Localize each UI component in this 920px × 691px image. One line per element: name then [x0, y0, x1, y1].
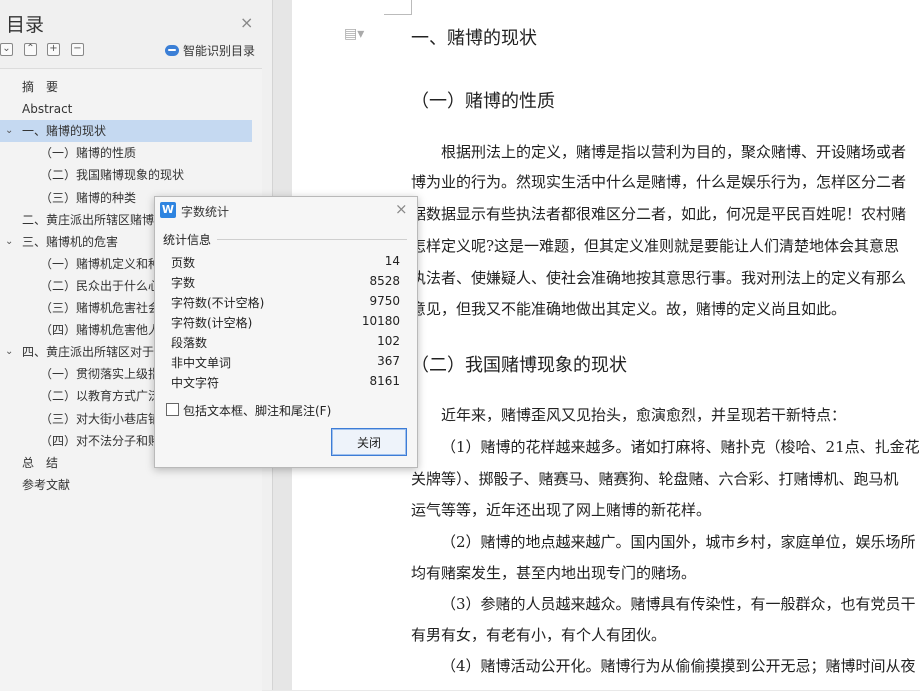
toc-item[interactable]: 参考文献: [0, 474, 252, 496]
close-button[interactable]: 关闭: [331, 428, 407, 456]
toc-item-label: （二）我国赌博现象的现状: [40, 168, 185, 183]
stat-label: 字符数(计空格): [171, 316, 253, 330]
stat-value: 9750: [369, 294, 400, 308]
toc-item-label: （二）以教育方式广泛: [40, 389, 161, 404]
word-count-app-icon: W: [160, 202, 176, 218]
toc-item-label: （四）赌博机危害他人: [40, 323, 161, 338]
caret-icon[interactable]: ⌄: [5, 231, 13, 253]
paragraph-line: 执法者、使嫌疑人、使社会准确地按其意思行事。我对刑法上的定义有那么: [411, 269, 907, 287]
paragraph-line: 博为业的行为。然现实生活中什么是赌博，什么是娱乐行为，怎样区分二者: [411, 173, 907, 191]
paragraph-line: （1）赌博的花样越来越多。诸如打麻将、赌扑克（梭哈、21点、扎金花: [441, 438, 920, 456]
heading: 一、赌博的现状: [411, 28, 537, 49]
toc-item-label: Abstract: [22, 102, 73, 117]
stat-label: 页数: [171, 256, 196, 270]
paragraph-line: 均有赌案发生，甚至内地出现专门的赌场。: [411, 564, 697, 582]
smart-recognize-icon: [165, 45, 179, 56]
toc-item-label: （一）赌博机定义和种: [40, 256, 161, 271]
stat-label: 中文字符: [171, 376, 220, 390]
stat-label: 字符数(不计空格): [171, 296, 265, 310]
toc-item-label: 三、赌博机的危害: [22, 234, 119, 249]
toc-item[interactable]: 摘 要: [0, 76, 252, 98]
toc-item-label: （三）赌博机危害社会: [40, 301, 161, 315]
stat-label: 字数: [171, 276, 196, 290]
toc-item[interactable]: （一）赌博的性质: [0, 142, 252, 164]
stat-value: 102: [377, 334, 400, 348]
toc-item-label: 总 结: [22, 455, 59, 470]
paragraph-line: （2）赌博的地点越来越广。国内国外，城市乡村，家庭单位，娱乐场所: [441, 533, 916, 551]
toc-item-label: （三）赌博的种类: [40, 190, 137, 205]
smart-recognize-toc-button[interactable]: 智能识别目录: [165, 42, 255, 59]
stats-section-label: 统计信息: [163, 233, 212, 247]
toc-item-label: （四）对不法分子和赌: [40, 433, 161, 448]
paragraph-line: 运气等等，近年还出现了网上赌博的新花样。: [411, 501, 712, 519]
page-corner-mark: [384, 0, 412, 15]
toc-item[interactable]: （二）我国赌博现象的现状: [0, 164, 252, 186]
paragraph-line: 意见，但我又不能准确地做出其定义。故，赌博的定义尚且如此。: [411, 300, 847, 318]
remove-icon[interactable]: −: [71, 43, 84, 56]
toc-item-label: 四、黄庄派出所辖区对于: [22, 345, 155, 360]
close-icon[interactable]: ×: [240, 13, 253, 32]
include-textbox-footnote-label[interactable]: 包括文本框、脚注和尾注(F): [183, 402, 331, 419]
toc-item-label: 一、赌博的现状: [22, 124, 107, 139]
paragraph-line: 近年来，赌博歪风又见抬头，愈演愈烈，并呈现若干新特点：: [441, 406, 847, 424]
close-icon[interactable]: ×: [395, 200, 408, 218]
toc-item-label: （三）对大街小巷店铺: [40, 411, 161, 426]
toc-item-label: （一）贯彻落实上级指: [40, 367, 161, 382]
paragraph-line: （3）参赌的人员越来越众。赌博具有传染性，有一般群众，也有党员干: [441, 595, 916, 613]
paragraph-line: 根据刑法上的定义，赌博是指以营利为目的，聚众赌博、开设赌场或者: [441, 143, 907, 161]
toc-item[interactable]: Abstract: [0, 98, 252, 120]
paragraph-line: 怎样定义呢?这是一难题，但其定义准则就是要能让人们清楚地体会其意思: [411, 237, 900, 255]
paragraph-line: 关牌等）、掷骰子、赌赛马、赌赛狗、轮盘赌、六合彩、打赌博机、跑马机: [411, 470, 899, 488]
stat-label: 非中文单词: [171, 356, 232, 370]
word-count-dialog: W 字数统计 × 统计信息 页数 14 字数 8528 字符数(不计空格) 9750 字符数…: [154, 196, 418, 468]
dialog-title: 字数统计: [181, 205, 230, 219]
paragraph-line: （4）赌博活动公开化。赌博行为从偷偷摸摸到公开无忌；赌博时间从夜: [441, 657, 916, 675]
toc-item-label: （二）民众出于什么心: [40, 278, 161, 293]
add-icon[interactable]: +: [47, 43, 60, 56]
toc-item-label: 二、黄庄派出所辖区赌博: [22, 212, 155, 227]
nav-pane-title: 目录: [6, 14, 45, 36]
collapse-all-icon[interactable]: ⌄: [0, 43, 13, 56]
stat-value: 367: [377, 354, 400, 368]
stat-label: 段落数: [171, 336, 208, 350]
toc-item[interactable]: ⌄ 一、赌博的现状: [0, 120, 252, 143]
paragraph-line: 据数据显示有些执法者都很难区分二者，如此，何况是平民百姓呢！农村赌: [411, 205, 907, 223]
heading: （二）我国赌博现象的现状: [411, 355, 627, 376]
paragraph-line: 有男有女，有老有小，有个人有团伙。: [411, 626, 667, 644]
caret-icon[interactable]: ⌄: [5, 120, 13, 142]
document-icon[interactable]: ▤▾: [344, 26, 364, 42]
include-textbox-footnote-checkbox[interactable]: [166, 403, 179, 416]
stat-value: 8528: [369, 274, 400, 288]
caret-icon[interactable]: ⌄: [5, 341, 13, 363]
toc-item-label: 参考文献: [22, 477, 71, 492]
toc-item-label: 摘 要: [22, 80, 59, 94]
expand-icon[interactable]: ⌃: [24, 43, 37, 56]
stat-value: 14: [384, 254, 400, 268]
stat-value: 8161: [369, 374, 400, 388]
section-divider: [217, 239, 407, 240]
smart-recognize-label: 智能识别目录: [183, 44, 256, 58]
heading: （一）赌博的性质: [411, 91, 555, 112]
stat-value: 10180: [361, 314, 400, 328]
toc-item-label: （一）赌博的性质: [40, 146, 137, 161]
